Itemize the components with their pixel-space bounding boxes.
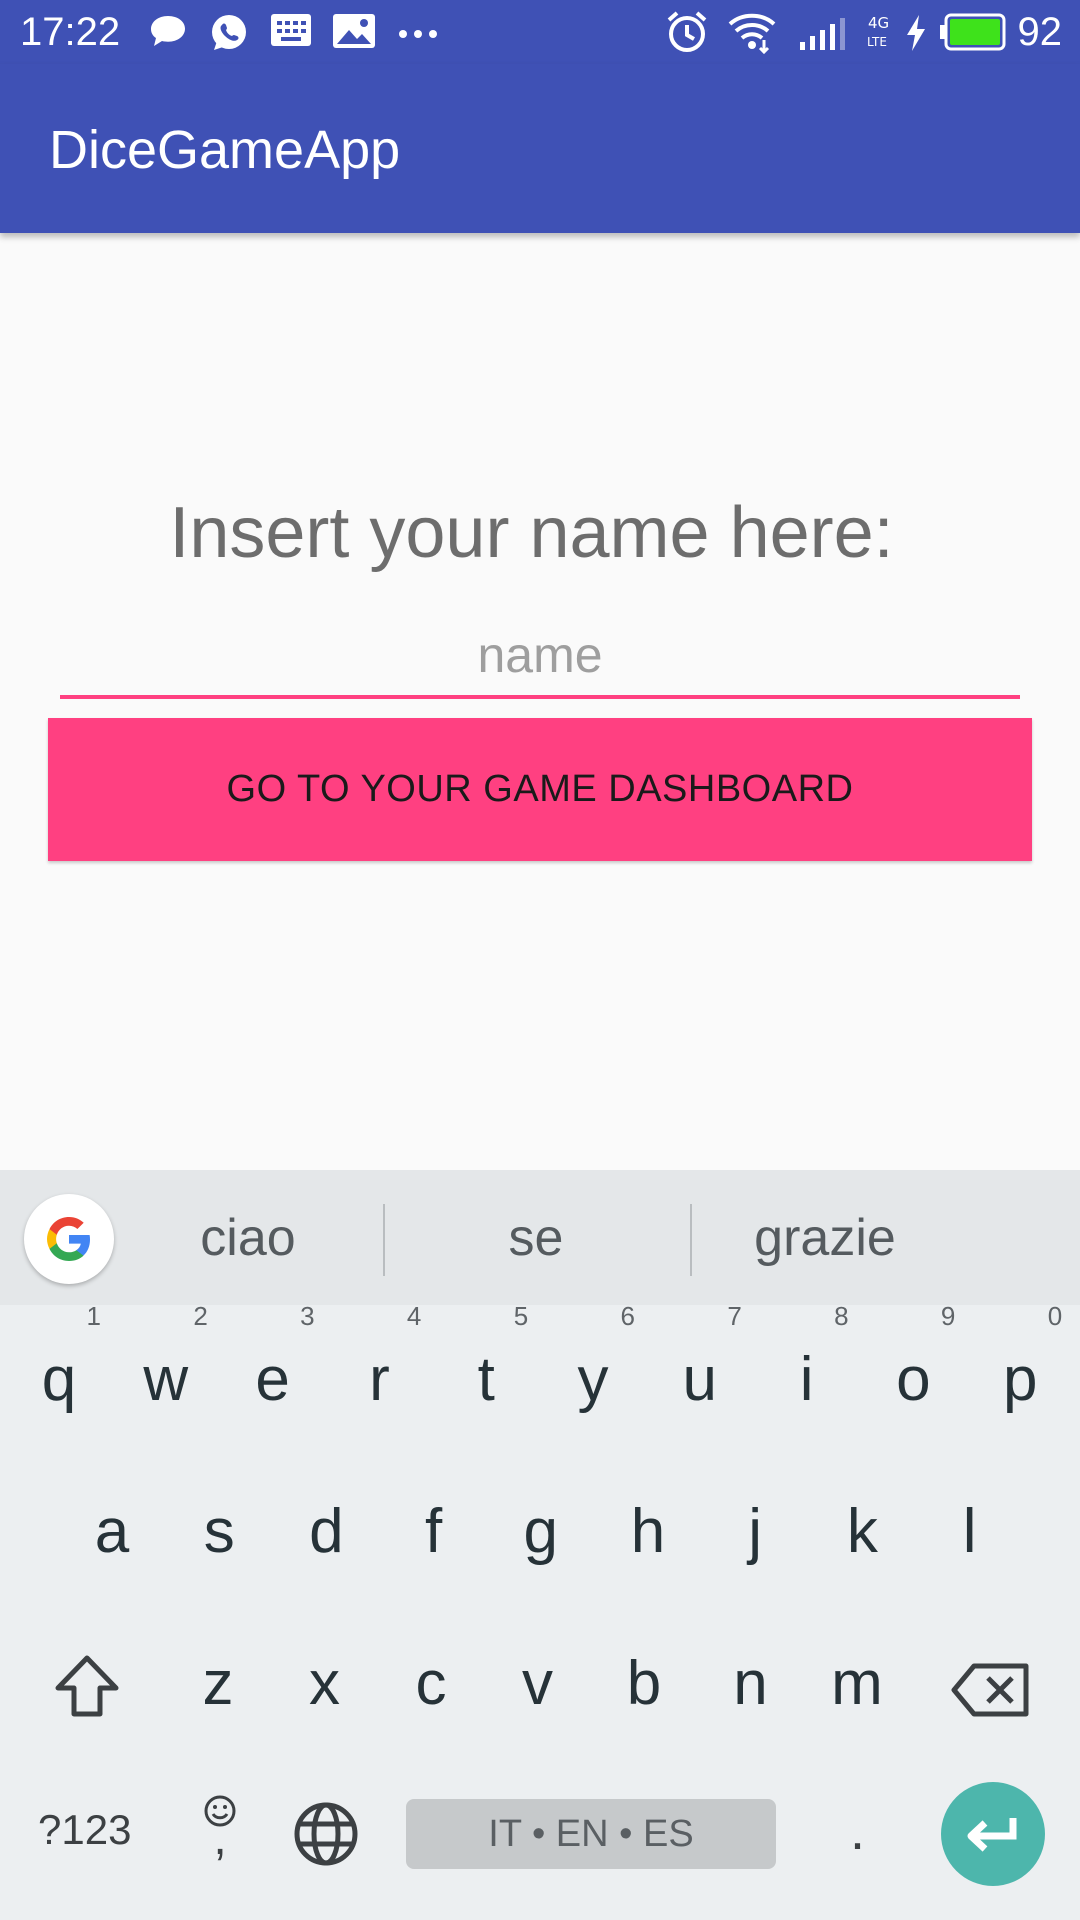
key-b[interactable]: b [594, 1629, 694, 1739]
suggestion-2[interactable]: se [456, 1208, 616, 1268]
status-time: 17:22 [20, 10, 121, 54]
key-label: o [896, 1345, 931, 1414]
key-c[interactable]: c [381, 1629, 481, 1739]
key-label: r [369, 1345, 390, 1414]
key-r[interactable]: r4 [329, 1303, 429, 1435]
more-dots-icon [398, 26, 438, 44]
key-a[interactable]: a [62, 1477, 162, 1587]
enter-arrow-icon [967, 1818, 1017, 1852]
symbols-key[interactable]: ?123 [38, 1806, 131, 1854]
suggestion-3[interactable]: grazie [735, 1208, 915, 1268]
key-h[interactable]: h [598, 1477, 698, 1587]
key-s[interactable]: s [169, 1477, 269, 1587]
wifi-icon [728, 10, 776, 59]
charging-bolt-icon [905, 14, 927, 57]
key-label: y [577, 1345, 609, 1414]
key-number-hint: 3 [300, 1301, 315, 1331]
signal-strength-icon [798, 16, 854, 57]
key-number-hint: 5 [513, 1301, 529, 1331]
period-key[interactable]: . [850, 1800, 865, 1862]
name-prompt-label: Insert your name here: [169, 493, 894, 573]
key-number-hint: 8 [834, 1301, 849, 1331]
key-label: u [682, 1345, 718, 1414]
key-i[interactable]: i8 [757, 1303, 857, 1435]
enter-key[interactable] [941, 1782, 1045, 1886]
svg-text:LTE: LTE [867, 35, 887, 49]
key-z[interactable]: z [168, 1629, 268, 1739]
key-number-hint: 1 [86, 1301, 101, 1331]
key-label: q [41, 1345, 77, 1414]
app-bar: DiceGameApp [0, 64, 1080, 233]
svg-text:4G: 4G [868, 14, 889, 32]
key-p[interactable]: p0 [970, 1303, 1070, 1435]
shift-key[interactable] [50, 1650, 124, 1729]
message-bubble-icon [148, 12, 188, 55]
battery-icon [938, 12, 1008, 57]
key-k[interactable]: k [812, 1477, 912, 1587]
alarm-icon [665, 10, 709, 59]
suggestion-divider [383, 1204, 385, 1276]
key-label: t [477, 1345, 495, 1414]
key-j[interactable]: j [705, 1477, 805, 1587]
key-u[interactable]: u7 [650, 1303, 750, 1435]
key-number-hint: 6 [620, 1301, 635, 1331]
google-logo-button[interactable] [24, 1194, 114, 1284]
key-label: e [255, 1345, 290, 1414]
network-4g-lte-icon: 4G LTE [866, 12, 898, 57]
key-f[interactable]: f [384, 1477, 484, 1587]
key-number-hint: 7 [727, 1301, 742, 1331]
key-t[interactable]: t5 [436, 1303, 536, 1435]
key-number-hint: 0 [1047, 1301, 1063, 1331]
suggestion-bar: ciao se grazie [0, 1170, 1080, 1305]
name-input[interactable] [60, 615, 1020, 699]
key-l[interactable]: l [920, 1477, 1020, 1587]
app-title: DiceGameApp [49, 120, 401, 180]
key-label: i [799, 1345, 814, 1414]
key-label: p [1002, 1345, 1038, 1414]
key-label: w [143, 1345, 189, 1414]
key-g[interactable]: g [491, 1477, 591, 1587]
key-o[interactable]: o9 [863, 1303, 963, 1435]
key-number-hint: 4 [406, 1301, 422, 1331]
status-bar: 17:22 4G LTE 92 [0, 0, 1080, 64]
keyboard-icon [270, 12, 312, 53]
suggestion-1[interactable]: ciao [168, 1208, 328, 1268]
key-m[interactable]: m [807, 1629, 907, 1739]
globe-icon [294, 1802, 358, 1866]
whatsapp-icon [208, 12, 250, 59]
image-icon [332, 12, 376, 55]
suggestion-divider [690, 1204, 692, 1276]
key-v[interactable]: v [488, 1629, 588, 1739]
backspace-key[interactable] [950, 1660, 1032, 1725]
game-dashboard-button[interactable]: GO TO YOUR GAME DASHBOARD [48, 718, 1032, 861]
key-n[interactable]: n [701, 1629, 801, 1739]
key-w[interactable]: w2 [116, 1303, 216, 1435]
google-g-icon [47, 1217, 90, 1261]
key-number-hint: 9 [940, 1301, 956, 1331]
emoji-comma-key[interactable]: , [200, 1794, 240, 1865]
battery-percent: 92 [1017, 10, 1063, 54]
shift-arrow-icon [55, 1655, 119, 1717]
key-q[interactable]: q1 [9, 1303, 109, 1435]
key-x[interactable]: x [275, 1629, 375, 1739]
key-d[interactable]: d [276, 1477, 376, 1587]
language-globe-key[interactable] [292, 1800, 360, 1873]
key-number-hint: 2 [193, 1301, 208, 1331]
comma-label: , [213, 1812, 227, 1865]
key-y[interactable]: y6 [543, 1303, 643, 1435]
space-bar[interactable]: IT • EN • ES [406, 1799, 776, 1869]
backspace-icon [951, 1663, 1029, 1717]
key-e[interactable]: e3 [223, 1303, 323, 1435]
